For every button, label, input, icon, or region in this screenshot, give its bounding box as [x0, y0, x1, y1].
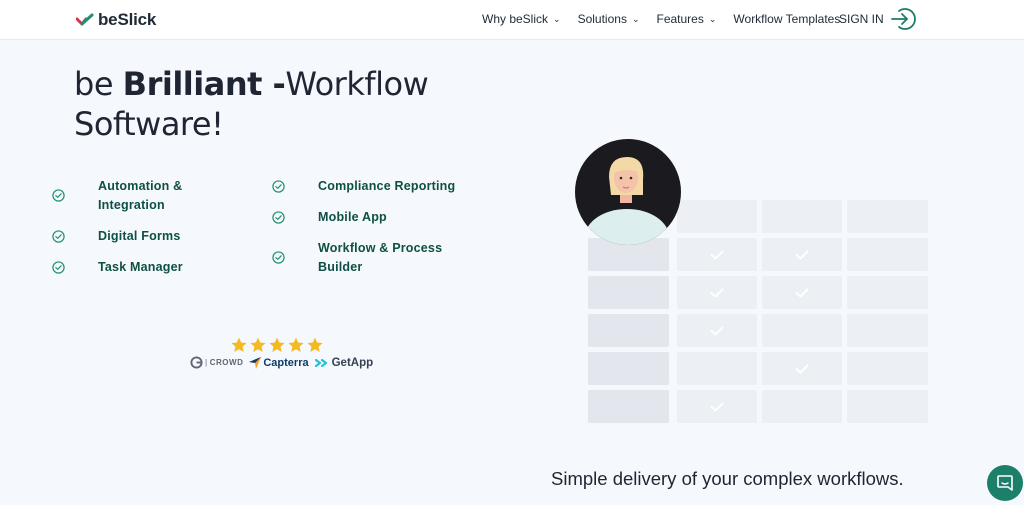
grid-row-header-cell	[588, 390, 669, 423]
check-circle-icon	[52, 230, 65, 243]
chevron-down-icon: ⌄	[708, 13, 717, 24]
getapp-logo: GetApp	[314, 356, 374, 369]
star-icon	[250, 337, 266, 352]
nav-label: Workflow Templates	[733, 12, 841, 26]
top-navbar: beSlick Why beSlick ⌄ Solutions ⌄ Featur…	[0, 0, 1024, 40]
star-icon	[269, 337, 285, 352]
grid-cell	[762, 314, 842, 347]
check-icon	[795, 288, 809, 297]
grid-cell	[762, 200, 842, 233]
check-circle-icon	[272, 211, 285, 224]
grid-row-header-cell	[588, 276, 669, 309]
check-icon	[710, 402, 724, 411]
logo-check-icon	[76, 13, 94, 26]
nav-label: Features	[656, 12, 704, 26]
signin-label: SIGN IN	[839, 12, 884, 26]
section-tagline: Simple delivery of your complex workflow…	[551, 468, 904, 489]
capterra-logo: Capterra	[249, 356, 309, 369]
person-illustration	[585, 157, 669, 245]
feature-label: Mobile App	[318, 210, 387, 224]
grid-cell	[847, 390, 928, 423]
feature-label: Integration	[98, 198, 165, 212]
capterra-label: Capterra	[263, 356, 309, 369]
headline-pre: be	[74, 65, 123, 103]
signin-button[interactable]: SIGN IN	[839, 6, 916, 32]
check-icon	[710, 250, 724, 259]
main-nav: Why beSlick ⌄ Solutions ⌄ Features ⌄ Wor…	[482, 12, 857, 26]
capterra-icon	[249, 356, 262, 369]
grid-cell	[677, 238, 757, 271]
check-circle-icon	[272, 251, 285, 264]
check-icon	[710, 326, 724, 335]
grid-cell	[677, 390, 757, 423]
grid-cell	[762, 276, 842, 309]
grid-cell	[677, 276, 757, 309]
star-icon	[307, 337, 323, 352]
grid-cell	[677, 200, 757, 233]
star-icon	[288, 337, 304, 352]
feature-label: Task Manager	[98, 260, 183, 274]
getapp-label: GetApp	[331, 356, 374, 369]
grid-cell	[677, 352, 757, 385]
grid-cell	[847, 314, 928, 347]
nav-label: Solutions	[577, 12, 627, 26]
beslick-logo[interactable]: beSlick	[76, 9, 156, 31]
feature-label: Builder	[318, 260, 363, 274]
grid-cell	[762, 352, 842, 385]
hero-headline: be Brilliant -Workflow Software!	[74, 64, 494, 144]
check-circle-icon	[272, 180, 285, 193]
nav-workflow-templates[interactable]: Workflow Templates	[733, 12, 840, 26]
sign-in-arrow-icon	[890, 8, 916, 30]
star-icon	[231, 337, 247, 352]
headline-bold: Brilliant -	[122, 65, 286, 103]
crowd-label: CROWD	[209, 358, 244, 367]
grid-cell	[847, 200, 928, 233]
feature-label: Automation &	[98, 179, 183, 193]
nav-solutions[interactable]: Solutions ⌄	[578, 12, 640, 26]
grid-cell	[762, 390, 842, 423]
chat-bubble-icon	[997, 475, 1013, 491]
chat-launcher-button[interactable]	[987, 465, 1023, 501]
grid-cell	[677, 314, 757, 347]
five-star-rating	[230, 337, 325, 353]
nav-label: Why beSlick	[482, 12, 549, 26]
grid-row-header-cell	[588, 352, 669, 385]
check-icon	[795, 364, 809, 373]
review-site-logos: | CROWD Capterra GetApp	[190, 356, 373, 369]
chevron-down-icon: ⌄	[631, 13, 640, 24]
user-avatar	[575, 139, 681, 245]
check-circle-icon	[52, 189, 65, 202]
nav-why-beslick[interactable]: Why beSlick ⌄	[482, 12, 561, 26]
feature-label: Workflow & Process	[318, 241, 443, 255]
nav-features[interactable]: Features ⌄	[657, 12, 717, 26]
getapp-icon	[314, 358, 327, 367]
grid-cell	[847, 352, 928, 385]
g2-crowd-logo: | CROWD	[190, 356, 243, 369]
grid-cell	[847, 238, 928, 271]
chevron-down-icon: ⌄	[553, 13, 561, 24]
feature-label: Digital Forms	[98, 229, 181, 243]
feature-label: Compliance Reporting	[318, 179, 456, 193]
logo-text: beSlick	[98, 10, 157, 29]
grid-cell	[847, 276, 928, 309]
grid-row-header-cell	[588, 314, 669, 347]
grid-cell	[762, 238, 842, 271]
g2-icon	[190, 356, 203, 369]
check-circle-icon	[52, 261, 65, 274]
check-icon	[795, 250, 809, 259]
check-icon	[710, 288, 724, 297]
